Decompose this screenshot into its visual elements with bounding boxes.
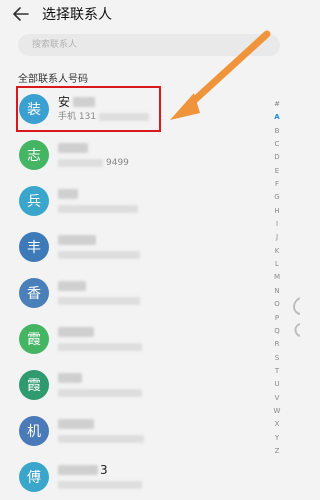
contact-name bbox=[58, 370, 142, 386]
contact-phone bbox=[58, 432, 144, 446]
avatar: 兵 bbox=[19, 186, 49, 216]
alphabet-letter[interactable]: W bbox=[274, 405, 281, 418]
search-box[interactable] bbox=[18, 34, 280, 56]
contact-item[interactable]: 霞 bbox=[0, 362, 262, 408]
contact-name bbox=[58, 416, 144, 432]
alphabet-letter[interactable]: H bbox=[274, 205, 279, 218]
contact-phone bbox=[58, 340, 142, 354]
alphabet-letter[interactable]: X bbox=[275, 418, 280, 431]
avatar: 志 bbox=[19, 140, 49, 170]
back-button[interactable] bbox=[8, 1, 34, 27]
avatar: 霞 bbox=[19, 324, 49, 354]
contact-phone bbox=[58, 386, 142, 400]
section-header: 全部联系人号码 bbox=[18, 74, 88, 85]
contact-item[interactable]: 兵 bbox=[0, 178, 262, 224]
contact-name: 3 bbox=[58, 462, 142, 478]
contact-name bbox=[58, 232, 140, 248]
contact-phone: 9499 bbox=[58, 156, 129, 170]
contact-name bbox=[58, 278, 140, 294]
alphabet-letter[interactable]: G bbox=[274, 191, 279, 204]
contact-item[interactable]: 香 bbox=[0, 270, 262, 316]
alphabet-letter[interactable]: S bbox=[275, 352, 279, 365]
avatar: 机 bbox=[19, 416, 49, 446]
avatar: 傅 bbox=[19, 462, 49, 492]
alphabet-letter[interactable]: V bbox=[275, 392, 280, 405]
alphabet-letter[interactable]: E bbox=[275, 165, 279, 178]
contact-item[interactable]: 机 bbox=[0, 408, 262, 454]
contact-phone bbox=[58, 202, 138, 216]
contact-item[interactable]: 丰 bbox=[0, 224, 262, 270]
alphabet-letter[interactable]: I bbox=[276, 218, 278, 231]
contact-name bbox=[58, 186, 138, 202]
contact-phone bbox=[58, 478, 142, 492]
contact-item[interactable]: 志 9499 bbox=[0, 132, 262, 178]
contact-list: 装 安 手机 131 志 9499 兵 丰 香 霞 霞 机 傅 3 bbox=[0, 86, 262, 500]
contact-name bbox=[58, 140, 129, 156]
alphabet-letter[interactable]: C bbox=[275, 138, 280, 151]
alphabet-letter[interactable]: N bbox=[274, 285, 279, 298]
alphabet-index[interactable]: # A B C D E F G H I J K L M N O P Q R S T U V W X Y Z bbox=[270, 98, 284, 458]
contact-item[interactable]: 霞 bbox=[0, 316, 262, 362]
alphabet-letter[interactable]: F bbox=[275, 178, 279, 191]
alphabet-letter[interactable]: M bbox=[274, 271, 280, 284]
alphabet-letter[interactable]: T bbox=[275, 365, 279, 378]
alphabet-letter[interactable]: # bbox=[274, 98, 280, 111]
page-title: 选择联系人 bbox=[42, 7, 112, 23]
alphabet-letter[interactable]: B bbox=[275, 125, 280, 138]
alphabet-letter[interactable]: L bbox=[275, 258, 279, 271]
app-bar: 选择联系人 bbox=[0, 0, 300, 28]
alphabet-letter[interactable]: Y bbox=[275, 432, 279, 445]
back-arrow-icon bbox=[13, 7, 29, 21]
alphabet-letter[interactable]: J bbox=[276, 231, 278, 244]
contact-item[interactable]: 傅 3 bbox=[0, 454, 262, 500]
avatar: 香 bbox=[19, 278, 49, 308]
search-input[interactable] bbox=[30, 39, 264, 51]
highlight-box bbox=[16, 86, 161, 132]
alphabet-letter[interactable]: K bbox=[275, 245, 280, 258]
alphabet-letter[interactable]: A bbox=[274, 111, 279, 124]
edge-decoration bbox=[293, 297, 300, 337]
alphabet-letter[interactable]: R bbox=[275, 338, 280, 351]
contact-phone bbox=[58, 248, 140, 262]
alphabet-letter[interactable]: P bbox=[275, 312, 279, 325]
alphabet-letter[interactable]: Q bbox=[274, 325, 280, 338]
contact-phone bbox=[58, 294, 140, 308]
avatar: 霞 bbox=[19, 370, 49, 400]
alphabet-letter[interactable]: D bbox=[274, 151, 279, 164]
avatar: 丰 bbox=[19, 232, 49, 262]
alphabet-letter[interactable]: U bbox=[274, 378, 279, 391]
alphabet-letter[interactable]: Z bbox=[275, 445, 280, 458]
contact-name bbox=[58, 324, 142, 340]
alphabet-letter[interactable]: O bbox=[274, 298, 280, 311]
